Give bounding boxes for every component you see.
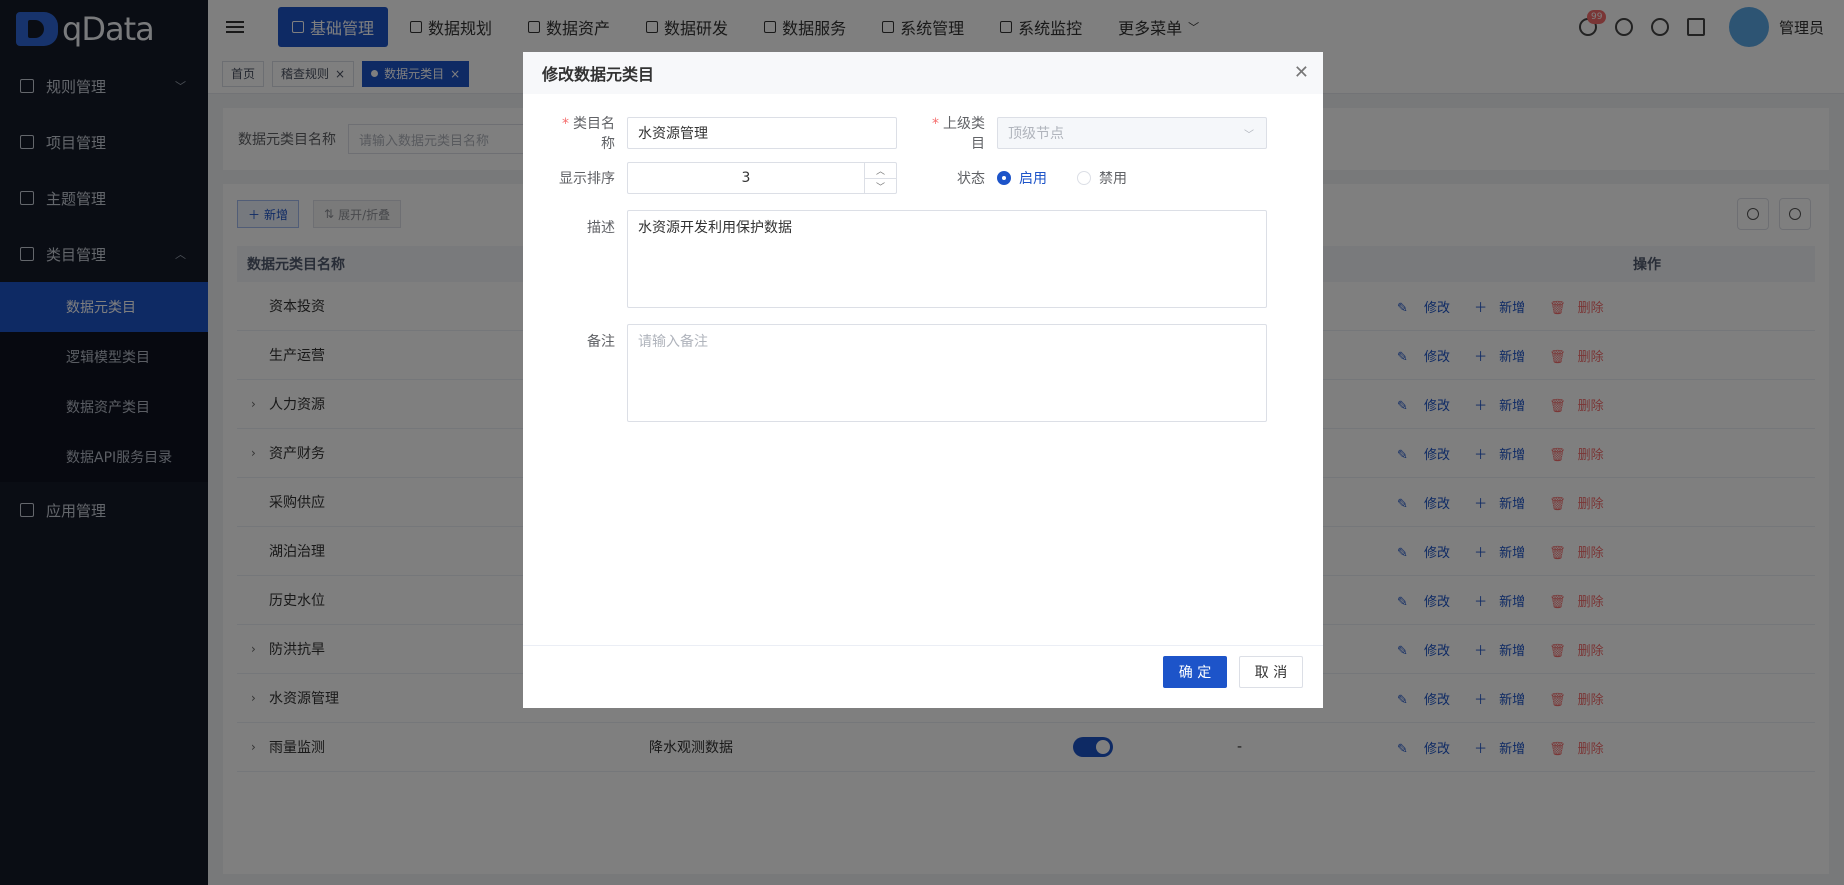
category-name-input[interactable]: 水资源管理 [627,117,897,149]
remark-textarea[interactable]: 请输入备注 [627,324,1267,422]
close-icon[interactable]: ✕ [1294,62,1309,83]
form-row-order: 显示排序 3 ︿ ﹀ [553,162,897,194]
decrement-icon[interactable]: ﹀ [865,178,896,193]
field-label: * 类目名称 [553,113,615,153]
field-label: 显示排序 [559,171,615,187]
field-label: * 上级类目 [923,113,985,153]
form-row-desc: 描述 水资源开发利用保护数据 [553,210,1267,308]
form-row-parent: * 上级类目 顶级节点 ﹀ [923,113,1267,153]
chevron-down-icon: ﹀ [1244,129,1254,141]
field-label: 状态 [957,171,985,187]
field-label-text: 类目名称 [573,116,615,152]
field-label-text: 上级类目 [943,116,985,152]
radio-label: 启用 [1019,171,1047,187]
description-textarea[interactable]: 水资源开发利用保护数据 [627,210,1267,308]
radio-checked-icon [997,171,1011,185]
status-radio-group: 启用 禁用 [997,168,1157,188]
status-disabled-radio[interactable]: 禁用 [1077,168,1127,188]
form-row-name: * 类目名称 水资源管理 [553,113,897,153]
dialog-title: 修改数据元类目 [523,52,1323,94]
confirm-button[interactable]: 确 定 [1163,656,1227,688]
radio-label: 禁用 [1099,171,1127,187]
edit-category-dialog: 修改数据元类目 ✕ * 类目名称 水资源管理 * 上级类目 顶级节点 ﹀ 显示排序 3… [523,52,1323,708]
stepper-buttons: ︿ ﹀ [864,163,896,193]
display-order-stepper[interactable]: 3 ︿ ﹀ [627,162,897,194]
form-row-status: 状态 启用 禁用 [923,162,1157,194]
form-row-remark: 备注 请输入备注 [553,324,1267,422]
stepper-value[interactable]: 3 [628,163,864,193]
field-label: 描述 [587,220,615,236]
radio-unchecked-icon [1077,171,1091,185]
dialog-footer: 确 定 取 消 [523,645,1323,708]
required-mark: * [562,116,569,132]
field-label: 备注 [587,334,615,350]
required-mark: * [932,116,939,132]
increment-icon[interactable]: ︿ [865,163,896,178]
cancel-button[interactable]: 取 消 [1239,656,1303,688]
select-placeholder: 顶级节点 [1008,126,1064,142]
status-enabled-radio[interactable]: 启用 [997,168,1047,188]
parent-category-select[interactable]: 顶级节点 ﹀ [997,117,1267,149]
